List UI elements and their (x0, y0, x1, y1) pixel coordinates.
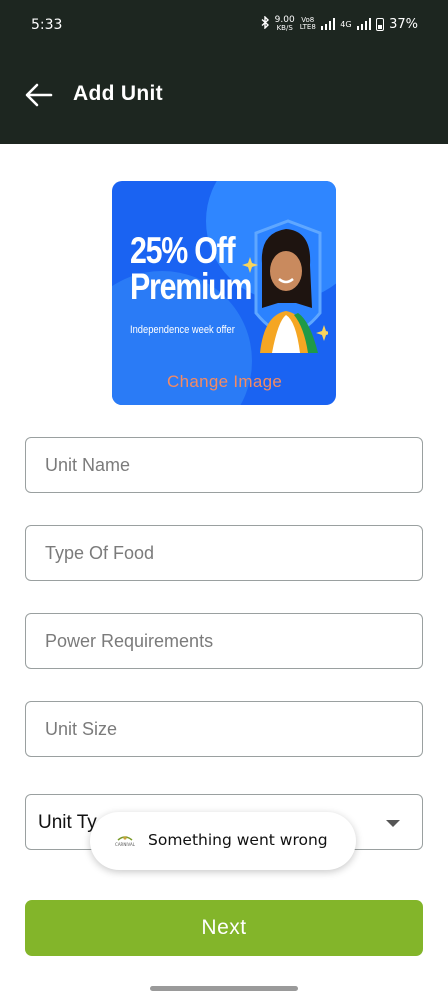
banner-headline-line2: Premium (130, 266, 252, 307)
toast-message: Something went wrong (148, 831, 328, 849)
error-toast: CARNIVAL Something went wrong (90, 812, 356, 870)
unit-size-field[interactable] (25, 701, 423, 757)
unit-size-input[interactable] (26, 702, 422, 756)
status-icons: 9.00 KB/S Vo8 LTE8 4G 37% (261, 15, 418, 32)
status-time: 5:33 (31, 17, 63, 33)
unit-name-field[interactable] (25, 437, 423, 493)
banner-headline-line1: 25% Off (130, 230, 236, 271)
bluetooth-icon (261, 15, 270, 32)
banner-headline: 25% Off Premium (130, 230, 252, 307)
net-speed-unit: KB/S (276, 24, 293, 32)
signal-icon (356, 18, 372, 30)
dropdown-caret-icon[interactable] (386, 820, 400, 827)
signal-icon (320, 18, 336, 30)
unit-name-input[interactable] (26, 438, 422, 492)
app-bar: Add Unit (0, 52, 448, 144)
type-of-food-input[interactable] (26, 526, 422, 580)
volte-bottom: LTE8 (299, 23, 316, 31)
power-requirements-input[interactable] (26, 614, 422, 668)
power-requirements-field[interactable] (25, 613, 423, 669)
battery-icon (376, 17, 385, 31)
page-title: Add Unit (73, 82, 163, 105)
arrow-left-icon[interactable] (24, 82, 56, 110)
change-image-link[interactable]: Change Image (167, 372, 282, 392)
net-speed: 9.00 KB/S (275, 16, 295, 32)
app-logo-text: CARNIVAL (115, 842, 136, 847)
unit-image[interactable]: 25% Off Premium Independence week offer … (112, 181, 336, 405)
volte-indicator: Vo8 LTE8 (300, 17, 316, 31)
unit-type-value: Unit Ty (38, 812, 97, 833)
next-button[interactable]: Next (25, 900, 423, 956)
type-of-food-field[interactable] (25, 525, 423, 581)
banner-subtext: Independence week offer (130, 324, 235, 336)
status-bar: 5:33 9.00 KB/S Vo8 LTE8 4G 37% (0, 0, 448, 52)
home-indicator[interactable] (150, 986, 298, 991)
network-type: 4G (340, 19, 352, 29)
woman-illustration (242, 219, 328, 353)
app-logo-icon: CARNIVAL (115, 836, 136, 847)
battery-percent: 37% (389, 16, 418, 32)
